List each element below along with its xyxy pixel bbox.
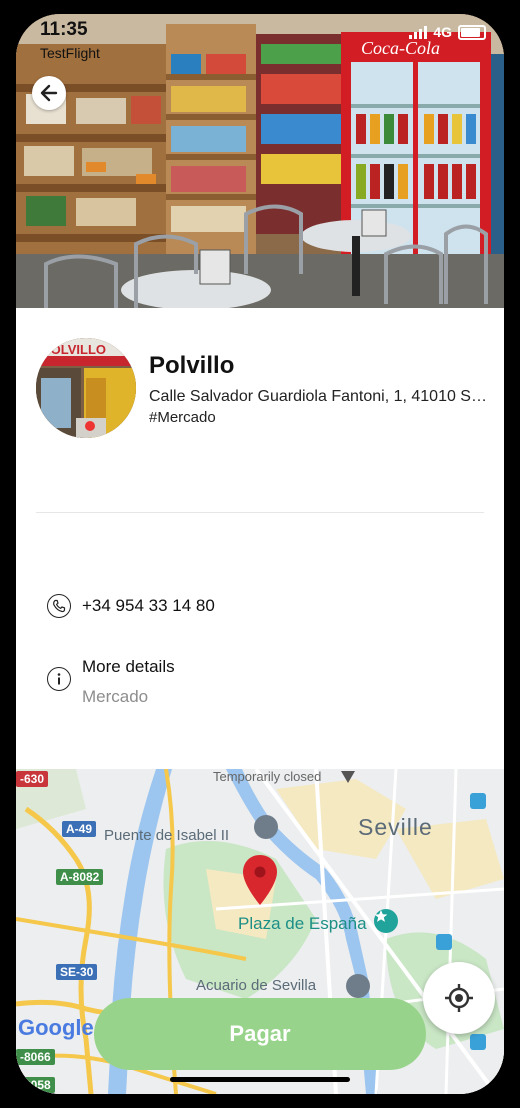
transit-icon	[470, 793, 486, 809]
place-name: Polvillo	[149, 352, 235, 379]
place-category: #Mercado	[149, 409, 216, 426]
map-label-aquarium: Acuario de Sevilla	[196, 977, 317, 994]
phone-frame: Coca-Cola 11:35 TestFlight 4G POLVILLO P…	[0, 0, 520, 1108]
status-bar: 11:35 TestFlight 4G	[16, 14, 504, 61]
locate-me-button[interactable]	[423, 962, 495, 1034]
road-badge: A-8082	[56, 869, 104, 885]
section-divider	[36, 512, 484, 513]
app-screen: Coca-Cola 11:35 TestFlight 4G POLVILLO P…	[16, 14, 504, 1094]
road-badge: A-49	[62, 821, 97, 837]
crosshair-icon	[445, 984, 473, 1012]
road-badge: -8066	[16, 1049, 55, 1065]
more-details-title: More details	[82, 657, 175, 676]
map-label-bridge: Puente de Isabel II	[104, 827, 230, 844]
pay-button[interactable]: Pagar	[94, 998, 426, 1070]
map-label-plaza: Plaza de España	[238, 914, 367, 933]
transit-icon	[470, 1034, 486, 1050]
map-label-city: Seville	[358, 814, 433, 840]
place-avatar: POLVILLO	[36, 338, 136, 438]
road-badge: SE-30	[56, 964, 98, 980]
phone-number-link[interactable]: +34 954 33 14 80	[82, 596, 215, 616]
battery-icon	[458, 24, 486, 40]
arrow-left-icon	[40, 84, 58, 102]
network-type: 4G	[433, 24, 452, 40]
aquarium-poi-icon	[346, 974, 370, 998]
back-button[interactable]	[32, 76, 66, 110]
avatar-sign-text: POLVILLO	[42, 342, 106, 357]
transit-icon	[436, 934, 452, 950]
map-pin-icon[interactable]	[242, 855, 278, 905]
place-address: Calle Salvador Guardiola Fantoni, 1, 410…	[149, 388, 491, 405]
road-badge: -8058	[16, 1077, 55, 1093]
bridge-landmark-icon	[254, 815, 278, 839]
back-to-app-label[interactable]: TestFlight	[40, 45, 100, 61]
closed-marker-icon	[341, 771, 355, 783]
info-icon	[47, 667, 71, 691]
more-details-value: Mercado	[82, 687, 149, 706]
signal-icon	[409, 25, 428, 39]
status-time: 11:35	[40, 19, 88, 40]
home-indicator[interactable]	[170, 1077, 350, 1082]
star-poi-icon	[374, 909, 398, 933]
google-logo: Google	[18, 1015, 94, 1040]
phone-icon	[47, 594, 71, 618]
road-badge: -630	[16, 771, 49, 787]
map-label-closed: Temporarily closed	[213, 769, 322, 784]
